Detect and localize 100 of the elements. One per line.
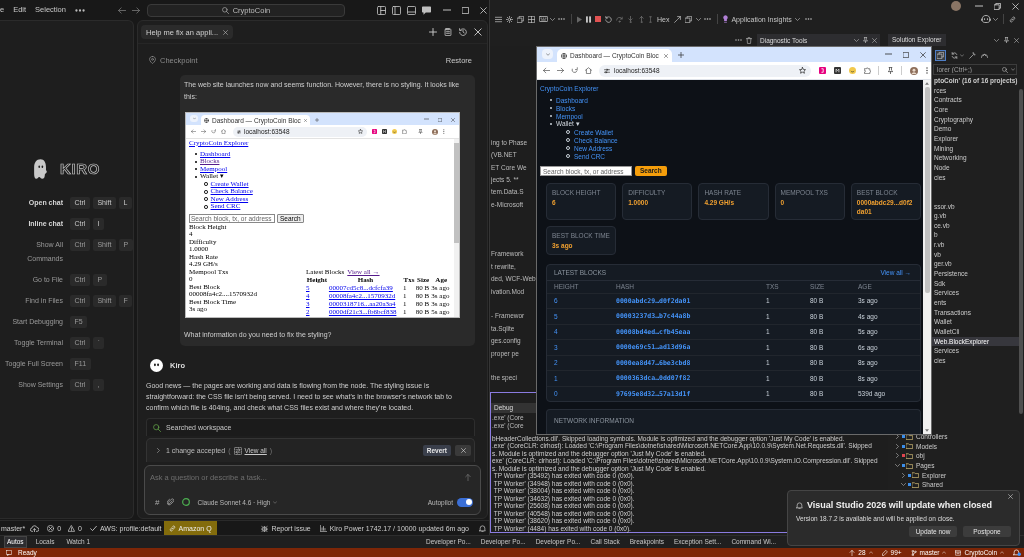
pin-icon[interactable] — [887, 67, 894, 74]
chevron-down-icon[interactable] — [696, 17, 702, 21]
paperclip-icon[interactable] — [167, 498, 175, 507]
message-icon — [6, 549, 12, 556]
sidebar-icon[interactable] — [392, 5, 401, 15]
gear-icon[interactable] — [506, 15, 513, 23]
close-icon[interactable] — [920, 52, 926, 58]
close-icon[interactable] — [223, 29, 229, 35]
context-button[interactable]: # — [155, 497, 160, 507]
pin-icon[interactable] — [1004, 37, 1009, 43]
bug-icon — [261, 524, 269, 532]
face-icon[interactable] — [849, 67, 856, 74]
scroll-down-icon[interactable] — [925, 429, 929, 432]
avatar-icon[interactable] — [432, 128, 438, 135]
notification-bell-icon[interactable] — [1013, 549, 1021, 556]
autopilot-toggle[interactable] — [457, 497, 473, 507]
chevron-down-icon[interactable] — [960, 54, 964, 57]
caret-icon — [1000, 551, 1004, 554]
history-icon[interactable] — [459, 28, 467, 36]
home-view-button[interactable] — [935, 50, 946, 61]
compare-icon — [233, 446, 242, 455]
panel-icon[interactable] — [407, 5, 416, 15]
square-tile-icon[interactable] — [834, 67, 841, 74]
windows-icon[interactable] — [517, 15, 524, 23]
ghost-avatar-icon — [150, 359, 163, 372]
scroll-up-icon[interactable] — [925, 82, 929, 85]
step-into-icon[interactable] — [627, 15, 634, 23]
chevron-right-icon[interactable] — [157, 448, 160, 454]
forward-arrow-icon[interactable] — [131, 6, 140, 14]
chevron-down-icon[interactable] — [1010, 68, 1015, 71]
sliders-icon — [237, 129, 241, 134]
search-icon — [153, 423, 161, 432]
bar-chart-icon — [319, 524, 327, 532]
list-icon[interactable] — [495, 15, 502, 23]
dismiss-button[interactable] — [455, 445, 471, 457]
restore-icon[interactable] — [994, 2, 1001, 10]
chevron-down-icon[interactable] — [550, 17, 555, 21]
grid-icon[interactable] — [528, 15, 535, 23]
letter-tile-icon[interactable] — [819, 67, 826, 74]
scrollbar-thumb[interactable] — [924, 87, 930, 293]
star-icon — [358, 129, 363, 134]
diagonal-arrow-icon[interactable] — [674, 15, 682, 23]
star-icon — [799, 67, 806, 74]
lightbulb-icon — [723, 15, 729, 23]
back-arrow-icon[interactable] — [543, 67, 550, 74]
step-out-icon[interactable] — [638, 15, 645, 23]
chevron-down-icon[interactable] — [993, 17, 998, 21]
error-icon — [47, 524, 55, 532]
forward-arrow-icon[interactable] — [201, 129, 206, 134]
puzzle-icon[interactable] — [402, 129, 407, 134]
back-arrow-icon[interactable] — [117, 6, 126, 14]
globe-icon — [204, 117, 209, 123]
robot-icon[interactable] — [981, 15, 991, 23]
window-icon[interactable] — [685, 15, 693, 23]
reload-icon[interactable] — [211, 129, 216, 134]
layout-icon[interactable] — [377, 5, 386, 15]
branch-icon — [910, 549, 917, 556]
maximize-icon[interactable] — [903, 52, 909, 58]
bell-icon[interactable] — [479, 524, 486, 532]
keyboard-icon[interactable] — [539, 16, 548, 22]
more-icon[interactable] — [74, 8, 85, 12]
cloud-upload-icon[interactable] — [30, 524, 40, 532]
wrench-icon[interactable] — [969, 52, 976, 59]
step-over-icon[interactable] — [616, 15, 623, 23]
chevron-down-icon[interactable] — [994, 38, 999, 42]
plus-icon[interactable] — [677, 52, 684, 58]
curved-arrow-icon[interactable] — [981, 52, 988, 59]
home-icon[interactable] — [585, 67, 592, 74]
forward-arrow-icon[interactable] — [557, 67, 564, 74]
close-icon[interactable] — [1014, 37, 1019, 43]
close-icon — [460, 448, 466, 454]
text-cursor-icon[interactable] — [649, 15, 652, 23]
link-icon — [168, 524, 176, 532]
pause-icon[interactable] — [586, 15, 591, 23]
puzzle-icon[interactable] — [864, 67, 871, 74]
face-icon[interactable] — [392, 129, 397, 134]
notification-title: Visual Studio 2026 will update when closed — [807, 500, 992, 510]
restart-icon[interactable] — [605, 15, 612, 23]
clipboard-icon[interactable] — [444, 28, 452, 36]
home-icon[interactable] — [221, 129, 226, 134]
chat-icon[interactable] — [422, 5, 431, 15]
back-arrow-icon[interactable] — [191, 129, 196, 134]
avatar-icon[interactable] — [910, 66, 918, 75]
logo-wordmark: KIRO — [60, 160, 100, 178]
pin-icon[interactable] — [418, 129, 423, 134]
sync-icon[interactable] — [951, 52, 958, 59]
bell-icon — [796, 501, 803, 509]
sliders-icon — [604, 67, 610, 74]
trash-icon[interactable] — [746, 36, 752, 44]
check-icon — [89, 524, 97, 532]
scrollbar-thumb[interactable] — [454, 143, 459, 243]
scrollbar-thumb[interactable] — [1019, 89, 1023, 414]
chevron-down-icon — [794, 17, 800, 21]
link-icon[interactable] — [1009, 15, 1016, 23]
avatar-icon[interactable] — [951, 1, 961, 11]
letter-tile-icon[interactable] — [372, 129, 377, 134]
ghost-logo-icon — [33, 159, 49, 179]
pencil-icon — [881, 549, 888, 556]
reload-icon[interactable] — [571, 67, 578, 74]
square-tile-icon[interactable] — [382, 129, 387, 134]
